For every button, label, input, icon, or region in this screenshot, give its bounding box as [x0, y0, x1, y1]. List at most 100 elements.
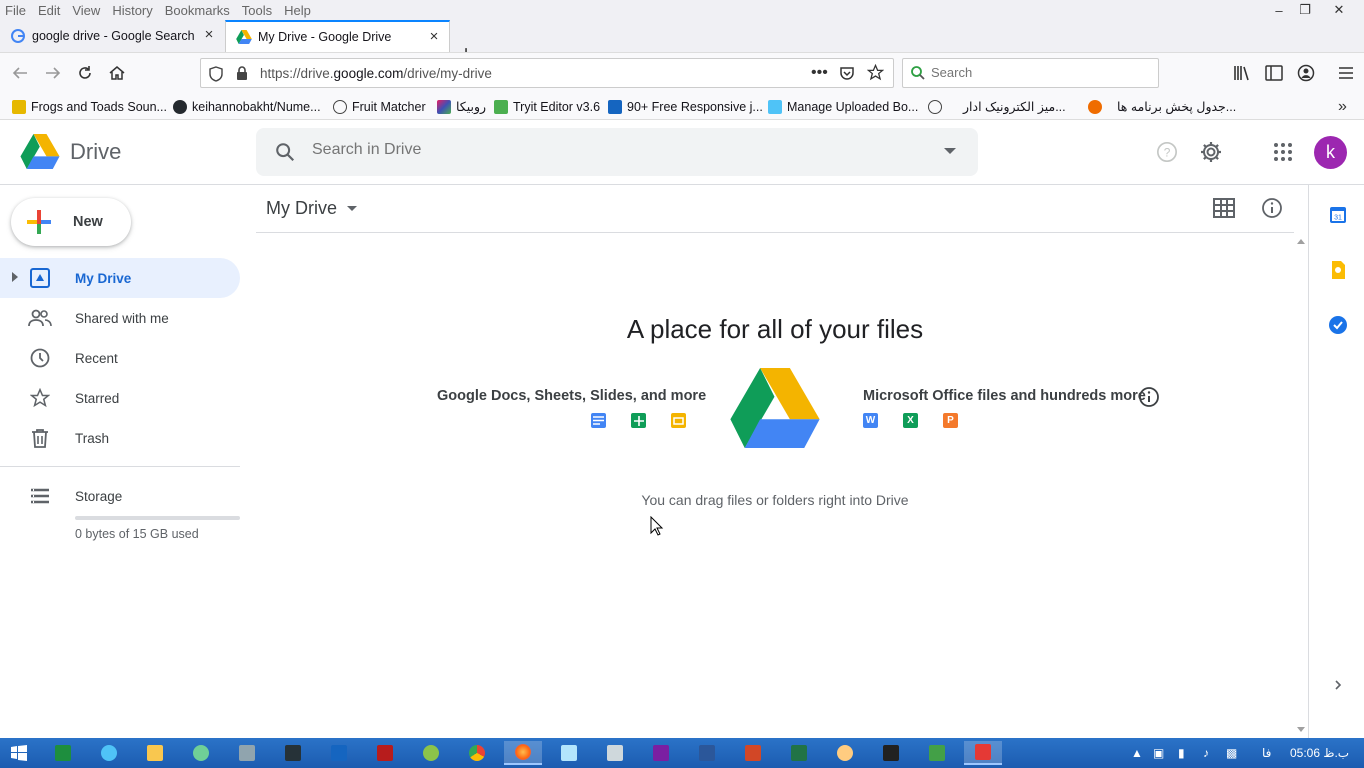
shield-icon[interactable] [209, 66, 223, 87]
apps-grid-icon[interactable] [1269, 138, 1297, 166]
scroll-down-icon[interactable] [1297, 727, 1305, 732]
grid-view-icon[interactable] [1213, 198, 1237, 222]
new-button[interactable]: New [11, 198, 131, 246]
home-icon[interactable] [105, 61, 129, 85]
expand-arrow-icon[interactable] [12, 272, 18, 282]
calculator-icon[interactable] [596, 741, 634, 765]
browser-search-box[interactable] [902, 58, 1159, 88]
bookmark-item[interactable]: روبیکا [437, 98, 486, 115]
url-bar[interactable]: https://drive.google.com/drive/my-drive … [200, 58, 894, 88]
taskbar-app-icon[interactable] [182, 741, 220, 765]
taskbar-app-icon[interactable] [228, 741, 266, 765]
camtasia-green-icon[interactable] [918, 741, 956, 765]
page-actions-icon[interactable]: ••• [811, 64, 828, 82]
search-options-icon[interactable] [944, 148, 956, 154]
bookmark-item[interactable] [928, 98, 947, 115]
browser-search-input[interactable] [931, 65, 1151, 80]
clock[interactable]: 05:06 ب.ظ [1290, 746, 1349, 760]
search-engine-icon[interactable] [910, 65, 926, 86]
powerpoint-app-icon[interactable] [734, 741, 772, 765]
notepad-icon[interactable] [550, 741, 588, 765]
flash-icon[interactable] [366, 741, 404, 765]
menu-edit[interactable]: Edit [32, 3, 66, 18]
menu-view[interactable]: View [66, 3, 106, 18]
back-icon[interactable] [8, 61, 32, 85]
forward-icon[interactable] [41, 61, 65, 85]
bookmark-item[interactable]: جدول پخش برنامه ها... [1117, 98, 1236, 115]
pocket-icon[interactable] [839, 65, 855, 86]
bookmark-item[interactable]: Manage Uploaded Bo... [768, 98, 918, 115]
input-language[interactable]: فا [1262, 746, 1271, 760]
settings-gear-icon[interactable] [1197, 138, 1225, 166]
sidebar-item-storage[interactable]: Storage [0, 476, 240, 516]
help-icon[interactable]: ? [1153, 138, 1181, 166]
show-hidden-icons-icon[interactable]: ▲ [1131, 746, 1143, 760]
defender-shield-icon[interactable] [320, 741, 358, 765]
firefox-icon[interactable] [504, 741, 542, 765]
tab-my-drive[interactable]: My Drive - Google Drive × [225, 20, 450, 52]
restore-button[interactable]: ❐ [1288, 0, 1322, 20]
details-info-icon[interactable] [1261, 197, 1285, 221]
chrome-icon[interactable] [458, 741, 496, 765]
sidebar-item-my-drive[interactable]: My Drive [0, 258, 240, 298]
taskbar-app-icon[interactable] [412, 741, 450, 765]
signal-icon[interactable]: ▩ [1226, 746, 1237, 760]
bookmark-item[interactable]: Tryit Editor v3.6 [494, 98, 600, 115]
url-text[interactable]: https://drive.google.com/drive/my-drive [260, 66, 492, 81]
paint-icon[interactable] [826, 741, 864, 765]
bookmark-star-icon[interactable] [866, 63, 885, 86]
bookmarks-overflow-icon[interactable]: » [1338, 98, 1347, 115]
drive-search-input[interactable] [312, 141, 912, 159]
camtasia-red-icon[interactable] [964, 741, 1002, 765]
reload-icon[interactable] [73, 61, 97, 85]
menu-bookmarks[interactable]: Bookmarks [159, 3, 236, 18]
menu-history[interactable]: History [106, 3, 158, 18]
bookmark-item[interactable] [1088, 98, 1107, 115]
sidebar-item-starred[interactable]: Starred [0, 378, 240, 418]
tab-google-search[interactable]: google drive - Google Search × [0, 20, 224, 52]
sidebar-toggle-icon[interactable] [1262, 61, 1286, 85]
search-icon[interactable] [274, 141, 296, 168]
network-icon[interactable]: ▣ [1153, 746, 1164, 760]
taskbar-app-icon[interactable] [872, 741, 910, 765]
bookmark-item[interactable]: میز الکترونیک ادار... [963, 98, 1066, 115]
lock-icon[interactable] [236, 66, 248, 85]
sidebar-item-recent[interactable]: Recent [0, 338, 240, 378]
security-shield-icon[interactable] [274, 741, 312, 765]
bookmark-item[interactable]: keihannobakht/Nume... [173, 98, 321, 115]
avatar[interactable]: k [1314, 136, 1347, 169]
scroll-up-icon[interactable] [1297, 239, 1305, 244]
close-window-button[interactable]: ✕ [1322, 0, 1356, 20]
word-app-icon[interactable] [688, 741, 726, 765]
drive-logo[interactable]: Drive [20, 134, 121, 169]
menu-file[interactable]: File [0, 3, 32, 18]
internet-explorer-icon[interactable] [90, 741, 128, 765]
excel-app-icon[interactable] [780, 741, 818, 765]
keep-icon[interactable] [1328, 260, 1348, 280]
expand-panel-icon[interactable] [1328, 675, 1348, 695]
file-explorer-icon[interactable] [136, 741, 174, 765]
close-tab-icon[interactable]: × [427, 29, 441, 44]
calendar-icon[interactable]: 31 [1328, 205, 1348, 225]
bookmark-item[interactable]: Fruit Matcher [333, 98, 426, 115]
sidebar-item-shared[interactable]: Shared with me [0, 298, 240, 338]
sidebar-item-trash[interactable]: Trash [0, 418, 240, 458]
menu-tools[interactable]: Tools [236, 3, 278, 18]
close-tab-icon[interactable]: × [202, 27, 216, 42]
account-icon[interactable] [1294, 61, 1318, 85]
info-icon[interactable] [1138, 386, 1160, 408]
library-icon[interactable] [1230, 61, 1254, 85]
tasks-icon[interactable] [1328, 315, 1348, 335]
main-scrollbar[interactable] [1294, 233, 1308, 738]
my-drive-dropdown[interactable]: My Drive [266, 198, 357, 219]
taskbar-app-icon[interactable] [44, 741, 82, 765]
drive-search-box[interactable] [256, 128, 978, 176]
winrar-icon[interactable] [642, 741, 680, 765]
bookmark-item[interactable]: 90+ Free Responsive j... [608, 98, 763, 115]
start-windows-icon[interactable] [0, 741, 38, 765]
volume-icon[interactable]: ♪ [1203, 746, 1209, 760]
battery-icon[interactable]: ▮ [1178, 746, 1185, 760]
hamburger-menu-icon[interactable] [1334, 61, 1358, 85]
bookmark-item[interactable]: Frogs and Toads Soun... [12, 98, 167, 115]
menu-help[interactable]: Help [278, 3, 317, 18]
